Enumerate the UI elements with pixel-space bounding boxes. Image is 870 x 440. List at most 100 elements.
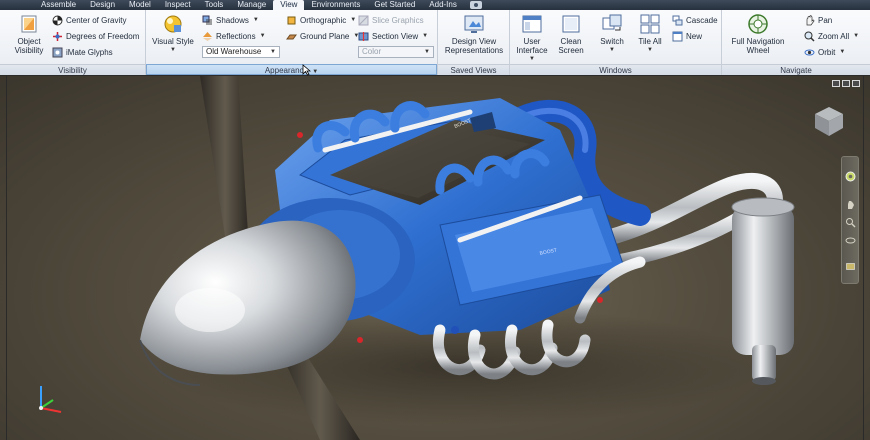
panel-saved-views: Design View Representations Saved Views xyxy=(438,10,510,75)
panel-navigate: Full Navigation Wheel Pan Zoom All ▼ Orb… xyxy=(722,10,870,75)
switch-button[interactable]: Switch ▼ xyxy=(596,13,628,55)
lighting-style-select[interactable]: Old Warehouse ▼ xyxy=(202,46,280,58)
user-interface-dropdown-icon: ▼ xyxy=(529,56,535,62)
slice-graphics-icon xyxy=(358,15,369,26)
reflections-icon xyxy=(202,31,213,42)
color-dropdown-icon: ▼ xyxy=(424,49,430,55)
shadows-icon xyxy=(202,15,213,26)
switch-label: Switch xyxy=(600,37,624,46)
clean-screen-label: Clean Screen xyxy=(558,37,584,55)
object-visibility-label: Object Visibility xyxy=(14,37,44,55)
visual-style-label: Visual Style xyxy=(152,37,194,46)
viewport-frame xyxy=(6,76,864,440)
lighting-style-dropdown-icon: ▼ xyxy=(270,49,276,55)
zoom-all-dropdown-icon: ▼ xyxy=(853,33,860,39)
tab-manage[interactable]: Manage xyxy=(230,0,273,10)
shadows-dropdown-icon: ▼ xyxy=(252,17,259,23)
panel-windows: User Interface ▼ Clean Screen Switch ▼ T… xyxy=(510,10,722,75)
ribbon: Object Visibility Center of Gravity Degr… xyxy=(0,10,870,76)
new-window-label: New xyxy=(686,31,703,41)
color-select[interactable]: Color ▼ xyxy=(358,46,434,58)
tile-all-icon xyxy=(639,13,661,35)
mouse-cursor-icon xyxy=(302,64,311,76)
shadows-button[interactable]: Shadows ▼ xyxy=(202,13,259,27)
menu-tab-bar: Assemble Design Model Inspect Tools Mana… xyxy=(0,0,870,10)
orbit-label: Orbit xyxy=(818,47,836,57)
center-of-gravity-icon xyxy=(52,15,63,26)
orthographic-dropdown-icon: ▼ xyxy=(350,17,357,23)
reflections-dropdown-icon: ▼ xyxy=(259,33,266,39)
orbit-button[interactable]: Orbit ▼ xyxy=(804,45,845,59)
orthographic-button[interactable]: Orthographic ▼ xyxy=(286,13,356,27)
full-navigation-wheel-label: Full Navigation Wheel xyxy=(731,37,785,55)
clean-screen-button[interactable]: Clean Screen xyxy=(554,13,588,55)
shadows-label: Shadows xyxy=(216,15,249,25)
tab-design[interactable]: Design xyxy=(83,0,122,10)
switch-dropdown-icon: ▼ xyxy=(609,47,615,53)
panel-appearance-title[interactable]: Appearance ▼ xyxy=(146,64,437,75)
degrees-of-freedom-icon xyxy=(52,31,63,42)
panel-windows-title: Windows xyxy=(510,64,721,75)
visual-style-icon xyxy=(162,13,184,35)
pan-label: Pan xyxy=(818,15,833,25)
design-view-representations-label: Design View Representations xyxy=(444,37,504,55)
new-window-icon xyxy=(672,31,683,42)
cascade-label: Cascade xyxy=(686,15,718,25)
user-interface-button[interactable]: User Interface ▼ xyxy=(514,13,550,64)
tab-add-ins[interactable]: Add-Ins xyxy=(422,0,464,10)
reflections-label: Reflections xyxy=(216,31,256,41)
ground-plane-label: Ground Plane xyxy=(300,31,350,41)
design-view-icon xyxy=(463,13,485,35)
tab-environments[interactable]: Environments xyxy=(304,0,367,10)
object-visibility-icon xyxy=(18,13,40,35)
tile-all-button[interactable]: Tile All ▼ xyxy=(634,13,666,55)
panel-navigate-title: Navigate xyxy=(722,64,870,75)
pan-icon xyxy=(804,14,815,26)
new-window-button[interactable]: New xyxy=(672,29,702,43)
camera-icon[interactable] xyxy=(469,1,482,9)
navigation-wheel-icon xyxy=(747,13,769,35)
slice-graphics-button[interactable]: Slice Graphics xyxy=(358,13,424,27)
graphics-viewport[interactable]: BOOST BOOST xyxy=(0,76,870,440)
panel-saved-views-title: Saved Views xyxy=(438,64,509,75)
panel-visibility: Object Visibility Center of Gravity Degr… xyxy=(0,10,146,75)
design-view-representations-button[interactable]: Design View Representations xyxy=(444,13,504,55)
zoom-all-label: Zoom All xyxy=(818,31,850,41)
orthographic-icon xyxy=(286,15,297,26)
pan-button[interactable]: Pan xyxy=(804,13,832,27)
tab-tools[interactable]: Tools xyxy=(198,0,231,10)
tab-model[interactable]: Model xyxy=(122,0,158,10)
section-view-button[interactable]: Section View ▼ xyxy=(358,29,428,43)
cascade-button[interactable]: Cascade xyxy=(672,13,718,27)
section-view-icon xyxy=(358,31,369,42)
user-interface-label: User Interface xyxy=(516,37,548,55)
zoom-all-button[interactable]: Zoom All ▼ xyxy=(804,29,859,43)
panel-appearance: Visual Style ▼ Shadows ▼ Reflections ▼ O… xyxy=(146,10,438,75)
tab-view[interactable]: View xyxy=(273,0,305,10)
tile-all-label: Tile All xyxy=(638,37,662,46)
degrees-of-freedom-button[interactable]: Degrees of Freedom xyxy=(52,29,139,43)
imate-glyphs-icon xyxy=(52,47,63,58)
clean-screen-icon xyxy=(560,13,582,35)
lighting-style-value: Old Warehouse xyxy=(206,47,262,56)
tab-assemble[interactable]: Assemble xyxy=(34,0,83,10)
center-of-gravity-button[interactable]: Center of Gravity xyxy=(52,13,126,27)
full-navigation-wheel-button[interactable]: Full Navigation Wheel xyxy=(726,13,790,55)
orthographic-label: Orthographic xyxy=(300,15,347,25)
slice-graphics-label: Slice Graphics xyxy=(372,15,424,25)
cascade-icon xyxy=(672,15,683,26)
visual-style-dropdown-icon: ▼ xyxy=(170,47,176,53)
ground-plane-button[interactable]: Ground Plane ▼ xyxy=(286,29,359,43)
panel-visibility-title: Visibility xyxy=(0,64,145,75)
visual-style-button[interactable]: Visual Style ▼ xyxy=(150,13,196,55)
zoom-icon xyxy=(804,31,815,42)
tab-inspect[interactable]: Inspect xyxy=(158,0,198,10)
object-visibility-button[interactable]: Object Visibility xyxy=(10,13,48,55)
imate-glyphs-button[interactable]: iMate Glyphs xyxy=(52,45,113,59)
orbit-dropdown-icon: ▼ xyxy=(839,49,846,55)
panel-appearance-expand-icon: ▼ xyxy=(312,69,319,75)
switch-icon xyxy=(601,13,623,35)
reflections-button[interactable]: Reflections ▼ xyxy=(202,29,266,43)
tab-get-started[interactable]: Get Started xyxy=(367,0,422,10)
orbit-icon xyxy=(804,47,815,58)
